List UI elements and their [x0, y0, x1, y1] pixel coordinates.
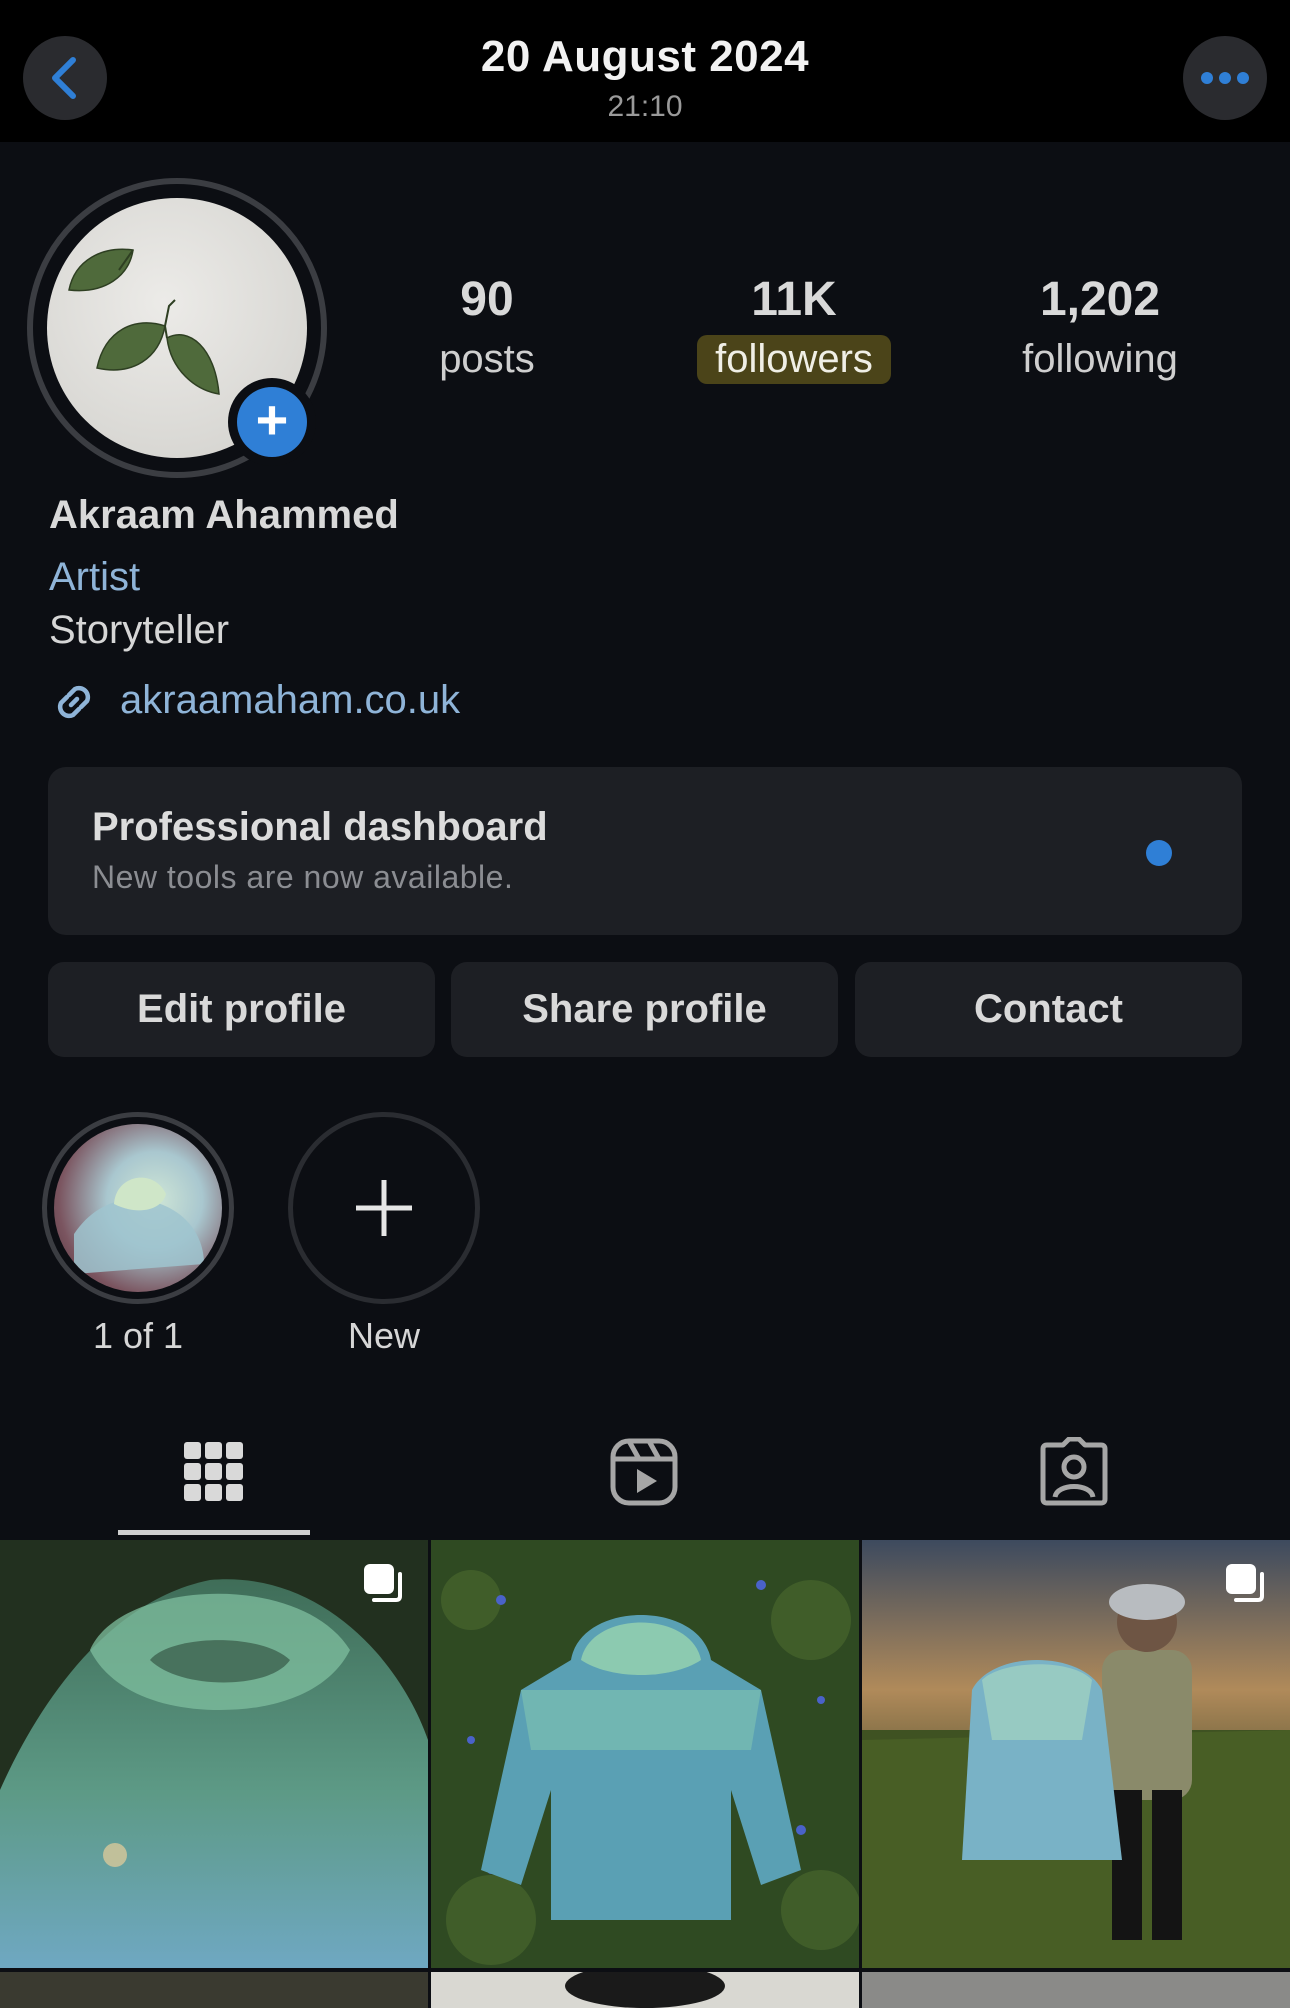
grid-post[interactable] [431, 1964, 859, 2008]
tagged-icon [1040, 1437, 1108, 1506]
stat-followers[interactable]: 11K followers [684, 272, 904, 384]
edit-profile-button[interactable]: Edit profile [48, 962, 435, 1057]
notification-dot [1146, 840, 1172, 866]
dashboard-subtitle: New tools are now available. [92, 859, 514, 895]
profile-category: Artist [49, 555, 141, 599]
profile-name: Akraam Ahammed [49, 493, 399, 537]
following-count: 1,202 [1039, 273, 1161, 326]
carousel-icon [1226, 1564, 1264, 1602]
professional-dashboard[interactable]: Professional dashboard New tools are now… [48, 767, 1242, 935]
profile-link[interactable]: akraamaham.co.uk [120, 678, 460, 723]
new-highlight-label: New [347, 1315, 421, 1356]
followers-count: 11K [751, 273, 837, 326]
plus-icon: + [237, 387, 307, 457]
highlight-label: 1 of 1 [92, 1315, 184, 1356]
grid-icon [184, 1442, 243, 1501]
followers-label: followers [697, 335, 891, 384]
following-label: following [1022, 337, 1178, 381]
reels-icon [610, 1438, 678, 1506]
carousel-icon [364, 1564, 402, 1602]
highlight-image [54, 1124, 222, 1292]
link-icon [57, 685, 91, 719]
top-bar: 20 August 2024 21:10 [0, 0, 1290, 142]
share-profile-button[interactable]: Share profile [451, 962, 838, 1057]
plus-icon [356, 1180, 412, 1236]
grid-post[interactable] [0, 1972, 428, 2008]
page-title: 20 August 2024 [480, 32, 810, 81]
posts-count: 90 [460, 273, 514, 326]
contact-button[interactable]: Contact [855, 962, 1242, 1057]
tab-tagged[interactable] [1034, 1432, 1114, 1512]
grid-post[interactable] [431, 1540, 859, 1968]
dashboard-title: Professional dashboard [92, 805, 548, 849]
stat-posts[interactable]: 90 posts [377, 272, 597, 384]
story-highlight[interactable] [42, 1112, 234, 1304]
active-tab-indicator [118, 1530, 310, 1535]
grid-post[interactable] [0, 1540, 428, 1968]
profile-bio: Storyteller [49, 608, 230, 652]
tab-posts-grid[interactable] [174, 1432, 254, 1512]
posts-label: posts [439, 337, 535, 381]
page-subtitle: 21:10 [607, 90, 683, 123]
tab-reels[interactable] [604, 1432, 684, 1512]
post-grid [0, 1540, 1290, 2008]
grid-post[interactable] [862, 1972, 1290, 2008]
add-story-button[interactable]: + [228, 378, 316, 466]
more-horizontal-icon [1201, 72, 1249, 84]
grid-post[interactable] [862, 1540, 1290, 1968]
new-highlight-button[interactable] [288, 1112, 480, 1304]
stat-following[interactable]: 1,202 following [990, 272, 1210, 384]
more-button[interactable] [1183, 36, 1267, 120]
